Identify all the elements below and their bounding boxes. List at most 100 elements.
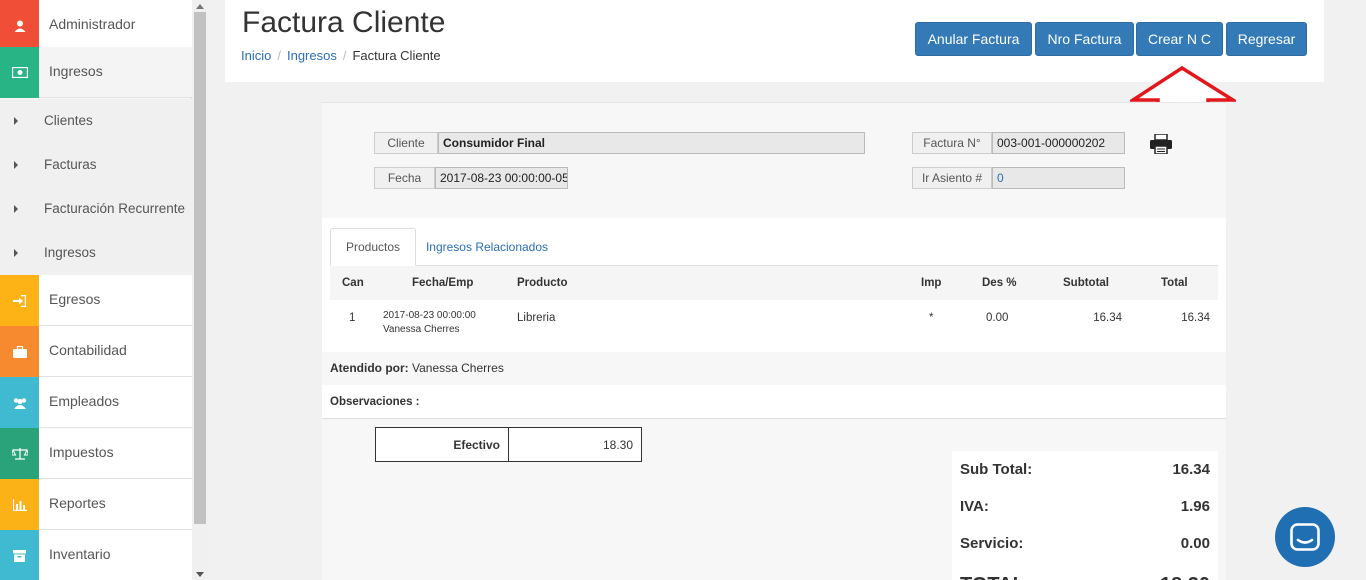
print-icon[interactable] (1150, 134, 1172, 154)
col-header-producto: Producto (517, 277, 568, 289)
cell-can: 1 (349, 312, 356, 324)
cliente-field[interactable]: Consumidor Final (438, 132, 865, 154)
sidebar-item-label: Contabilidad (49, 342, 127, 358)
breadcrumb-separator: / (342, 48, 347, 63)
asiento-label: Ir Asiento # (912, 167, 992, 189)
cell-imp: * (929, 312, 934, 324)
servicio-row: Servicio: 0.00 (952, 525, 1218, 562)
total-row: TOTAL: 18.30 (952, 562, 1218, 580)
chat-widget-button[interactable] (1275, 507, 1335, 567)
col-header-imp: Imp (921, 277, 942, 289)
cell-subtotal: 16.34 (1093, 312, 1122, 324)
payment-table: Efectivo 18.30 (375, 427, 642, 462)
sidebar-item-inventario[interactable]: Inventario (0, 530, 192, 580)
caret-right-icon (14, 161, 18, 169)
cell-fecha: 2017-08-23 00:00:00 (383, 310, 476, 321)
asiento-link[interactable]: 0 (992, 167, 1125, 189)
nro-factura-button[interactable]: Nro Factura (1035, 22, 1134, 56)
products-tab-area: Productos Ingresos Relacionados Can Fech… (322, 218, 1226, 352)
bar-chart-icon (0, 479, 39, 530)
users-icon (0, 377, 39, 428)
user-icon (0, 0, 39, 51)
subtotal-value: 16.34 (1172, 461, 1210, 478)
cliente-label: Cliente (374, 132, 438, 154)
sidebar-scrollbar[interactable] (192, 0, 208, 580)
iva-row: IVA: 1.96 (952, 488, 1218, 525)
sidebar-item-label: Inventario (49, 546, 111, 562)
sidebar-subitem-label: Clientes (44, 113, 93, 128)
breadcrumb-current: Factura Cliente (352, 48, 441, 63)
sidebar-item-ingresos[interactable]: Ingresos (0, 47, 192, 98)
cell-producto: Libreria (517, 312, 556, 324)
total-label: TOTAL: (960, 567, 1031, 580)
tab-productos[interactable]: Productos (330, 228, 416, 266)
caret-right-icon (14, 249, 18, 257)
sidebar-subitem-label: Ingresos (44, 245, 96, 260)
sidebar-subitem-facturas[interactable]: Facturas (0, 143, 192, 187)
breadcrumb-ingresos[interactable]: Ingresos (287, 48, 337, 63)
col-header-total: Total (1161, 277, 1188, 289)
sidebar-subitem-facturacion-recurrente[interactable]: Facturación Recurrente (0, 187, 192, 231)
attended-by-value: Vanessa Cherres (412, 361, 504, 375)
fecha-field[interactable]: 2017-08-23 00:00:00-05 (435, 167, 568, 189)
sidebar-item-empleados[interactable]: Empleados (0, 377, 192, 428)
tab-ingresos-relacionados[interactable]: Ingresos Relacionados (422, 228, 552, 266)
chat-icon (1290, 523, 1320, 551)
sidebar-item-label: Reportes (49, 495, 106, 511)
attended-by-label: Atendido por: (330, 361, 409, 375)
breadcrumb-separator: / (277, 48, 281, 63)
sidebar-item-egresos[interactable]: Egresos (0, 275, 192, 326)
servicio-value: 0.00 (1180, 535, 1210, 552)
breadcrumb-inicio[interactable]: Inicio (241, 48, 271, 63)
crear-nc-button[interactable]: Crear N C (1136, 22, 1223, 56)
table-header: Can Fecha/Emp Producto Imp Des % Subtota… (330, 266, 1218, 300)
sidebar-item-label: Empleados (49, 393, 120, 409)
subtotal-row: Sub Total: 16.34 (952, 451, 1218, 488)
caret-right-icon (14, 117, 18, 125)
sidebar-item-impuestos[interactable]: Impuestos (0, 428, 192, 479)
servicio-label: Servicio: (960, 535, 1024, 552)
caret-right-icon (14, 205, 18, 213)
sidebar-item-label: Egresos (49, 291, 101, 307)
col-header-fecha-emp: Fecha/Emp (412, 277, 474, 289)
briefcase-icon (0, 326, 39, 377)
subtotal-label: Sub Total: (960, 461, 1033, 478)
sidebar-item-label: Administrador (49, 16, 136, 32)
cell-emp: Vanessa Cherres (383, 324, 460, 335)
sidebar-item-label: Ingresos (49, 63, 103, 79)
scroll-up-arrow-icon[interactable] (196, 4, 204, 9)
cell-des: 0.00 (986, 312, 1009, 324)
sidebar-item-label: Impuestos (49, 444, 114, 460)
page-title: Factura Cliente (242, 6, 446, 39)
scroll-thumb[interactable] (194, 12, 206, 524)
sidebar: Administrador Ingresos Clientes Facturas… (0, 0, 192, 580)
col-header-can: Can (342, 277, 364, 289)
breadcrumb: Inicio / Ingresos / Factura Cliente (241, 48, 441, 63)
archive-icon (0, 530, 39, 580)
regresar-button[interactable]: Regresar (1226, 22, 1307, 56)
attended-by: Atendido por: Vanessa Cherres (330, 361, 504, 375)
sidebar-subitem-clientes[interactable]: Clientes (0, 99, 192, 143)
sidebar-item-contabilidad[interactable]: Contabilidad (0, 326, 192, 377)
factura-number-field[interactable]: 003-001-000000202 (992, 132, 1125, 154)
iva-value: 1.96 (1180, 498, 1210, 515)
iva-label: IVA: (960, 498, 989, 515)
observaciones-row: Observaciones : (322, 385, 1226, 419)
invoice-panel: Cliente Consumidor Final Fecha 2017-08-2… (322, 102, 1226, 580)
sidebar-item-administrador[interactable]: Administrador (0, 0, 192, 51)
scroll-down-arrow-icon[interactable] (196, 572, 204, 577)
balance-scale-icon (0, 428, 39, 479)
payment-method-label: Efectivo (376, 428, 509, 461)
fecha-label: Fecha (374, 167, 435, 189)
anular-factura-button[interactable]: Anular Factura (915, 22, 1032, 56)
sign-in-icon (0, 275, 39, 326)
sidebar-item-reportes[interactable]: Reportes (0, 479, 192, 530)
sidebar-subitem-label: Facturas (44, 157, 97, 172)
col-header-subtotal: Subtotal (1063, 277, 1109, 289)
cell-total: 16.34 (1181, 312, 1210, 324)
col-header-des: Des % (982, 277, 1017, 289)
sidebar-subitem-label: Facturación Recurrente (44, 201, 186, 216)
total-value: 18.30 (1160, 567, 1210, 580)
sidebar-subitem-ingresos[interactable]: Ingresos (0, 231, 192, 275)
money-icon (0, 47, 39, 98)
